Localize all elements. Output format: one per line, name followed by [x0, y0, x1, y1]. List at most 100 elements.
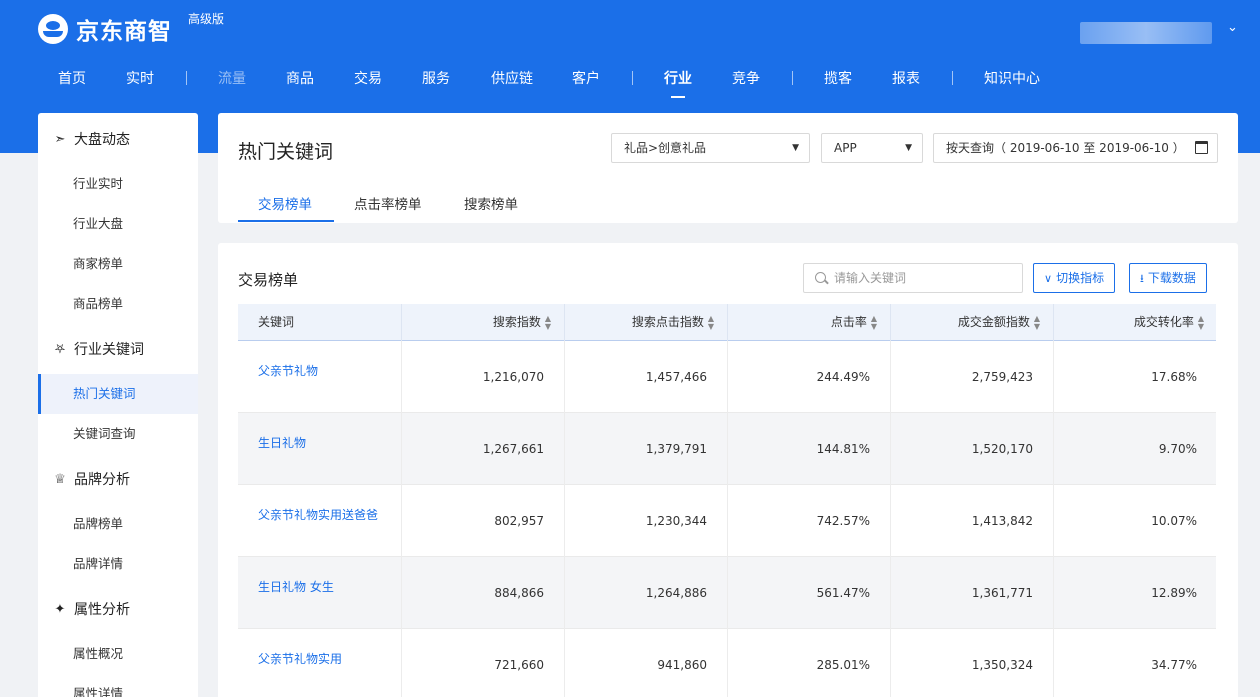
column-divider	[1053, 557, 1054, 629]
category-select-value: 礼品>创意礼品	[624, 141, 707, 155]
nav-item-knowledge[interactable]: 知识中心	[984, 68, 1040, 88]
column-divider	[401, 413, 402, 485]
sidebar-group-keywords[interactable]: ⛧ 行业关键词	[38, 334, 198, 364]
column-divider	[727, 629, 728, 697]
caret-down-icon: ▼	[792, 143, 799, 153]
column-divider	[401, 557, 402, 629]
column-divider	[401, 629, 402, 697]
column-divider	[727, 485, 728, 557]
nav-item-competition[interactable]: 竞争	[732, 68, 760, 88]
column-header-ctr[interactable]: 点击率 ▲ ▼	[831, 304, 877, 341]
column-header-search-index[interactable]: 搜索指数 ▲ ▼	[493, 304, 551, 341]
tab-trade-ranking[interactable]: 交易榜单	[258, 193, 312, 213]
chevron-down-icon[interactable]: ⌄	[1227, 20, 1238, 35]
table-header: 关键词 搜索指数 ▲ ▼ 搜索点击指数 ▲ ▼ 点击率 ▲ ▼ 成交金额指数 ▲ ▼ 成交转化率…	[238, 304, 1216, 341]
sort-icon[interactable]: ▲ ▼	[545, 314, 551, 331]
switch-metrics-button[interactable]: ∨ 切换指标	[1033, 263, 1116, 293]
nav-item-service[interactable]: 服务	[422, 68, 450, 88]
ctr-cell: 285.01%	[816, 658, 870, 672]
tab-ctr-ranking[interactable]: 点击率榜单	[354, 193, 422, 213]
sort-icon[interactable]: ▲ ▼	[1198, 314, 1204, 331]
keyword-search[interactable]	[803, 263, 1023, 293]
nav-item-home[interactable]: 首页	[58, 68, 86, 88]
search-index-cell: 1,267,661	[482, 442, 544, 456]
sort-icon[interactable]: ▲ ▼	[1034, 314, 1040, 331]
nav-item-reports[interactable]: 报表	[892, 68, 920, 88]
sidebar-item-brand-ranking[interactable]: 品牌榜单	[38, 504, 198, 544]
column-divider	[890, 341, 891, 413]
keyword-link[interactable]: 生日礼物 女生	[258, 578, 334, 595]
sidebar-item-industry-realtime[interactable]: 行业实时	[38, 164, 198, 204]
table-row: 父亲节礼物 1,216,070 1,457,466 244.49% 2,759,…	[238, 341, 1216, 413]
sidebar-item-hot-keywords[interactable]: 热门关键词	[38, 374, 198, 414]
sidebar-item-keyword-query[interactable]: 关键词查询	[38, 414, 198, 454]
download-data-label: 下载数据	[1147, 271, 1196, 285]
column-divider	[890, 557, 891, 629]
sort-icon[interactable]: ▲ ▼	[871, 314, 877, 331]
ctr-cell: 144.81%	[816, 442, 870, 456]
column-header-conversion-rate[interactable]: 成交转化率 ▲ ▼	[1134, 304, 1204, 341]
keyword-search-input[interactable]	[834, 269, 1014, 287]
search-index-cell: 802,957	[494, 514, 544, 528]
logo[interactable]: 京东商智	[38, 12, 172, 46]
gmv-index-cell: 1,361,771	[971, 586, 1033, 600]
section-title: 交易榜单	[238, 271, 299, 289]
nav-item-realtime[interactable]: 实时	[126, 68, 154, 88]
download-data-button[interactable]: ⭳ 下载数据	[1129, 263, 1207, 293]
sidebar-group-label: 大盘动态	[74, 132, 130, 148]
sidebar-item-attribute-detail[interactable]: 属性详情	[38, 674, 198, 697]
column-divider	[890, 304, 891, 341]
category-select[interactable]: 礼品>创意礼品 ▼	[611, 133, 810, 163]
double-chevron-down-icon: ∨	[1044, 272, 1053, 285]
crown-icon: ♕	[54, 471, 66, 487]
keyword-link[interactable]: 父亲节礼物实用	[258, 650, 342, 667]
user-account[interactable]	[1080, 22, 1212, 44]
column-header-gmv-index[interactable]: 成交金额指数 ▲ ▼	[958, 304, 1040, 341]
sidebar-item-merchant-ranking[interactable]: 商家榜单	[38, 244, 198, 284]
search-click-index-cell: 1,264,886	[645, 586, 707, 600]
keyword-link[interactable]: 父亲节礼物	[258, 362, 318, 379]
sidebar-item-brand-detail[interactable]: 品牌详情	[38, 544, 198, 584]
table-row: 生日礼物 女生 884,866 1,264,886 561.47% 1,361,…	[238, 557, 1216, 629]
nav-item-attract[interactable]: 揽客	[824, 68, 852, 88]
column-divider	[727, 304, 728, 341]
nav-item-product[interactable]: 商品	[286, 68, 314, 88]
platform-select[interactable]: APP ▼	[821, 133, 923, 163]
nav-divider	[632, 71, 633, 85]
edition-label: 高级版	[188, 12, 225, 26]
column-divider	[1053, 413, 1054, 485]
sidebar-group-label: 行业关键词	[74, 342, 144, 358]
keyword-link[interactable]: 生日礼物	[258, 434, 306, 451]
nav-item-customer[interactable]: 客户	[572, 68, 600, 88]
date-range-picker[interactable]: 按天查询（ 2019-06-10 至 2019-06-10 ）	[933, 133, 1218, 163]
sidebar-group-attribute[interactable]: ✦ 属性分析	[38, 594, 198, 624]
column-divider	[890, 485, 891, 557]
column-header-search-click-index[interactable]: 搜索点击指数 ▲ ▼	[632, 304, 714, 341]
column-divider	[564, 629, 565, 697]
ctr-cell: 561.47%	[816, 586, 870, 600]
sidebar-group-market[interactable]: ➣ 大盘动态	[38, 124, 198, 154]
ctr-cell: 244.49%	[816, 370, 870, 384]
sidebar-group-brand[interactable]: ♕ 品牌分析	[38, 464, 198, 494]
caret-down-icon: ▼	[905, 143, 912, 153]
column-divider	[727, 341, 728, 413]
tab-search-ranking[interactable]: 搜索榜单	[464, 193, 518, 213]
column-divider	[401, 341, 402, 413]
ranking-card: 交易榜单 ∨切换指标 ⭳下载数据 关键词 搜索指数▲▼ 搜索点击指数▲▼ 点击率…	[218, 243, 1238, 697]
column-divider	[564, 413, 565, 485]
keyword-link[interactable]: 父亲节礼物实用送爸爸	[258, 506, 378, 523]
nav-item-trade[interactable]: 交易	[354, 68, 382, 88]
brand-name: 京东商智	[76, 19, 172, 45]
shield-icon: ⛧	[54, 341, 66, 357]
search-index-cell: 1,216,070	[482, 370, 544, 384]
conversion-rate-cell: 12.89%	[1151, 586, 1197, 600]
nav-item-supply-chain[interactable]: 供应链	[491, 68, 533, 88]
sort-icon[interactable]: ▲ ▼	[708, 314, 714, 331]
sidebar-item-attribute-overview[interactable]: 属性概况	[38, 634, 198, 674]
nav-item-traffic[interactable]: 流量	[218, 68, 246, 88]
column-divider	[1053, 341, 1054, 413]
sidebar-item-product-ranking[interactable]: 商品榜单	[38, 284, 198, 324]
sidebar-item-industry-overview[interactable]: 行业大盘	[38, 204, 198, 244]
search-icon	[815, 272, 826, 283]
nav-item-industry[interactable]: 行业	[664, 68, 692, 98]
